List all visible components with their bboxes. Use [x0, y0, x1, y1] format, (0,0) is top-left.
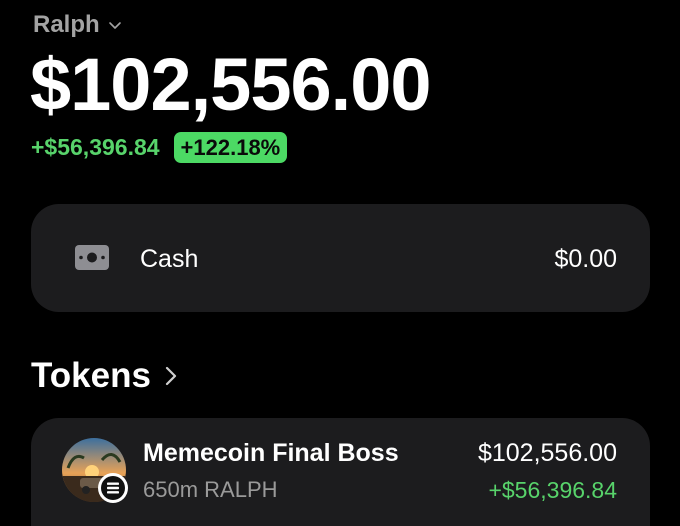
solana-icon — [98, 473, 128, 503]
account-switcher[interactable]: Ralph — [33, 8, 122, 42]
token-value: $102,556.00 — [477, 439, 617, 467]
account-name: Ralph — [33, 11, 100, 38]
cash-icon — [75, 245, 109, 270]
tokens-section-header[interactable]: Tokens — [31, 354, 179, 398]
token-change: +$56,396.84 — [488, 477, 617, 503]
chevron-down-icon — [108, 22, 121, 29]
chevron-right-icon — [165, 366, 177, 386]
wallet-screen: Ralph $102,556.00 +$56,396.84 +122.18% C… — [0, 0, 680, 526]
portfolio-change-row: +$56,396.84 +122.18% — [31, 130, 288, 164]
token-row[interactable]: Memecoin Final Boss 650m RALPH $102,556.… — [31, 418, 650, 526]
cash-label: Cash — [140, 245, 199, 273]
portfolio-balance: $102,556.00 — [30, 43, 432, 126]
portfolio-change-percent-badge: +122.18% — [173, 131, 288, 163]
token-name: Memecoin Final Boss — [143, 439, 399, 467]
cash-card[interactable]: Cash $0.00 — [31, 204, 650, 312]
tokens-title: Tokens — [31, 356, 151, 395]
cash-value: $0.00 — [554, 245, 617, 273]
token-quantity: 650m RALPH — [143, 477, 278, 502]
portfolio-change-amount: +$56,396.84 — [31, 133, 160, 160]
